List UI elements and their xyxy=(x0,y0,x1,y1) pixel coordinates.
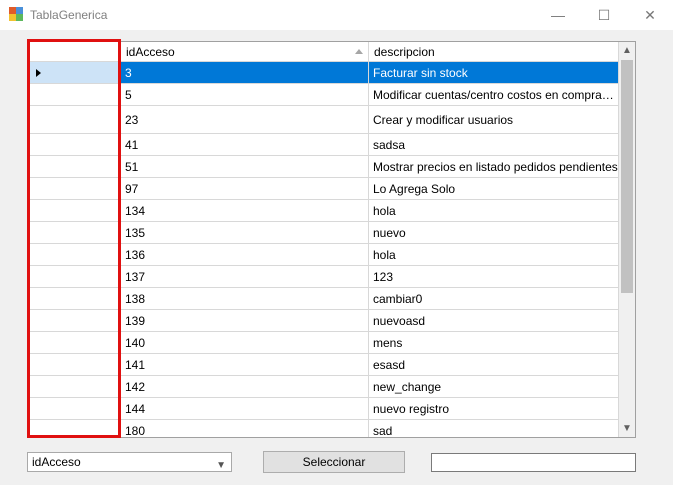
cell-idacceso[interactable]: 142 xyxy=(121,376,369,398)
search-input[interactable] xyxy=(431,453,636,472)
data-grid[interactable]: idAcceso descripcion 3 Facturar sin stock… xyxy=(29,41,636,438)
row-pointer-icon xyxy=(36,69,41,77)
cell-descripcion[interactable]: nuevoasd xyxy=(369,310,619,332)
column-header-label: idAcceso xyxy=(126,45,175,59)
cell-descripcion[interactable]: Modificar cuentas/centro costos en compr… xyxy=(369,84,619,106)
column-header-label: descripcion xyxy=(374,45,435,59)
table-row[interactable]: 41 sadsa xyxy=(30,134,619,156)
cell-idacceso[interactable]: 23 xyxy=(121,106,369,134)
table-row[interactable]: 144 nuevo registro xyxy=(30,398,619,420)
cell-idacceso[interactable]: 136 xyxy=(121,244,369,266)
chevron-down-icon: ▼ xyxy=(216,460,226,471)
cell-idacceso[interactable]: 5 xyxy=(121,84,369,106)
close-icon: ✕ xyxy=(644,6,656,23)
row-header[interactable] xyxy=(30,376,121,398)
row-header[interactable] xyxy=(30,200,121,222)
row-header-corner[interactable] xyxy=(30,42,121,62)
table-row[interactable]: 141 esasd xyxy=(30,354,619,376)
column-select[interactable]: idAcceso ▼ xyxy=(27,452,232,472)
maximize-icon: ☐ xyxy=(597,6,611,23)
cell-descripcion[interactable]: Facturar sin stock xyxy=(369,62,619,84)
table-row[interactable]: 3 Facturar sin stock xyxy=(30,62,619,84)
maximize-button[interactable]: ☐ xyxy=(581,0,627,30)
scroll-up-icon[interactable]: ▲ xyxy=(619,42,635,59)
cell-idacceso[interactable]: 140 xyxy=(121,332,369,354)
table-row[interactable]: 51 Mostrar precios en listado pedidos pen… xyxy=(30,156,619,178)
row-header[interactable] xyxy=(30,266,121,288)
table-row[interactable]: 135 nuevo xyxy=(30,222,619,244)
row-header[interactable] xyxy=(30,106,121,134)
app-icon xyxy=(9,7,23,21)
scrollbar-thumb[interactable] xyxy=(621,60,633,293)
cell-idacceso[interactable]: 3 xyxy=(121,62,369,84)
cell-idacceso[interactable]: 135 xyxy=(121,222,369,244)
row-header[interactable] xyxy=(30,310,121,332)
close-button[interactable]: ✕ xyxy=(627,0,673,30)
row-header[interactable] xyxy=(30,398,121,420)
cell-descripcion[interactable]: sadsa xyxy=(369,134,619,156)
table-row[interactable]: 180 sad xyxy=(30,420,619,437)
cell-idacceso[interactable]: 141 xyxy=(121,354,369,376)
row-header[interactable] xyxy=(30,84,121,106)
row-header[interactable] xyxy=(30,420,121,437)
scroll-down-icon[interactable]: ▼ xyxy=(619,420,635,437)
column-select-value: idAcceso xyxy=(32,455,81,469)
row-header[interactable] xyxy=(30,222,121,244)
column-header-idacceso[interactable]: idAcceso xyxy=(121,42,369,62)
cell-descripcion[interactable]: Crear y modificar usuarios xyxy=(369,106,619,134)
row-header[interactable] xyxy=(30,62,121,84)
cell-idacceso[interactable]: 137 xyxy=(121,266,369,288)
cell-descripcion[interactable]: nuevo registro xyxy=(369,398,619,420)
row-header[interactable] xyxy=(30,288,121,310)
table-row[interactable]: 97 Lo Agrega Solo xyxy=(30,178,619,200)
row-header[interactable] xyxy=(30,244,121,266)
table-row[interactable]: 5 Modificar cuentas/centro costos en comp… xyxy=(30,84,619,106)
cell-descripcion[interactable]: new_change xyxy=(369,376,619,398)
sort-ascending-icon xyxy=(355,49,363,54)
cell-idacceso[interactable]: 97 xyxy=(121,178,369,200)
table-row[interactable]: 139 nuevoasd xyxy=(30,310,619,332)
row-header[interactable] xyxy=(30,354,121,376)
table-row[interactable]: 142 new_change xyxy=(30,376,619,398)
table-row[interactable]: 136 hola xyxy=(30,244,619,266)
cell-descripcion[interactable]: Mostrar precios en listado pedidos pendi… xyxy=(369,156,619,178)
cell-descripcion[interactable]: 123 xyxy=(369,266,619,288)
table-row[interactable]: 23 Crear y modificar usuarios xyxy=(30,106,619,134)
table-row[interactable]: 134 hola xyxy=(30,200,619,222)
minimize-button[interactable]: — xyxy=(535,0,581,30)
cell-descripcion[interactable]: sad xyxy=(369,420,619,437)
cell-idacceso[interactable]: 51 xyxy=(121,156,369,178)
window-title: TablaGenerica xyxy=(30,8,108,22)
cell-descripcion[interactable]: mens xyxy=(369,332,619,354)
column-header-descripcion[interactable]: descripcion xyxy=(369,42,619,62)
table-row[interactable]: 140 mens xyxy=(30,332,619,354)
table-row[interactable]: 138 cambiar0 xyxy=(30,288,619,310)
cell-descripcion[interactable]: hola xyxy=(369,244,619,266)
table-row[interactable]: 137 123 xyxy=(30,266,619,288)
cell-idacceso[interactable]: 139 xyxy=(121,310,369,332)
row-header[interactable] xyxy=(30,156,121,178)
cell-descripcion[interactable]: Lo Agrega Solo xyxy=(369,178,619,200)
cell-idacceso[interactable]: 138 xyxy=(121,288,369,310)
select-button[interactable]: Seleccionar xyxy=(263,451,405,473)
title-bar: TablaGenerica — ☐ ✕ xyxy=(0,0,673,30)
row-header[interactable] xyxy=(30,178,121,200)
row-header[interactable] xyxy=(30,332,121,354)
cell-idacceso[interactable]: 41 xyxy=(121,134,369,156)
cell-idacceso[interactable]: 144 xyxy=(121,398,369,420)
cell-idacceso[interactable]: 134 xyxy=(121,200,369,222)
minimize-icon: — xyxy=(551,7,565,23)
cell-descripcion[interactable]: cambiar0 xyxy=(369,288,619,310)
cell-descripcion[interactable]: hola xyxy=(369,200,619,222)
cell-descripcion[interactable]: nuevo xyxy=(369,222,619,244)
cell-idacceso[interactable]: 180 xyxy=(121,420,369,437)
cell-descripcion[interactable]: esasd xyxy=(369,354,619,376)
row-header[interactable] xyxy=(30,134,121,156)
vertical-scrollbar[interactable]: ▲ ▼ xyxy=(619,42,635,437)
